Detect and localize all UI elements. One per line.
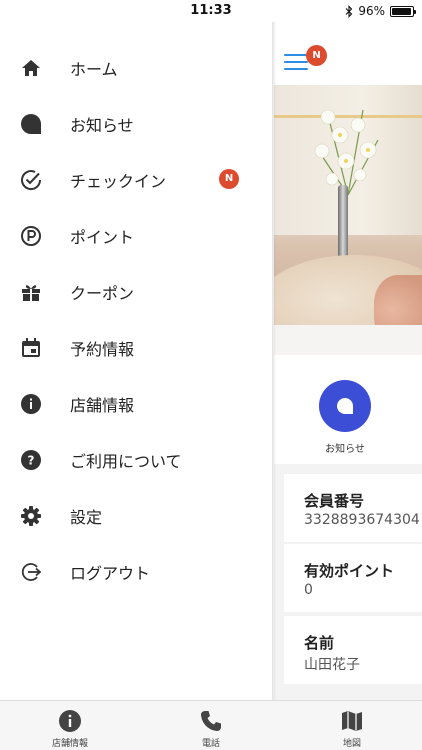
drawer-item-label: 設定 bbox=[70, 508, 103, 527]
status-bar: 11:33 96% bbox=[0, 0, 422, 22]
drawer-item-home[interactable]: ホーム bbox=[0, 40, 274, 96]
battery-fill bbox=[392, 7, 412, 15]
menu-notification-badge: N bbox=[306, 45, 327, 66]
notice-quick-button[interactable] bbox=[319, 380, 371, 432]
member-number-card: 会員番号 3328893674304 bbox=[284, 474, 422, 542]
flower-decoration bbox=[314, 109, 379, 196]
main-content: N お知らせ 会員番号 3328893674304 有効ポイント 0 名前 山田… bbox=[274, 22, 422, 700]
tab-label: 店舗情報 bbox=[51, 739, 88, 749]
points-card: 有効ポイント 0 bbox=[284, 544, 422, 612]
calendar-icon bbox=[19, 336, 43, 360]
drawer-item-usage[interactable]: ? ご利用について bbox=[0, 432, 274, 488]
drawer-item-label: ご利用について bbox=[70, 452, 182, 471]
drawer-item-checkin[interactable]: チェックイン N bbox=[0, 152, 274, 208]
member-number-value: 3328893674304 bbox=[304, 512, 420, 528]
name-value: 山田花子 bbox=[304, 657, 360, 673]
info-icon bbox=[19, 392, 43, 416]
drawer-item-label: お知らせ bbox=[70, 116, 134, 135]
logout-icon bbox=[19, 560, 43, 584]
tab-store-info[interactable]: 店舗情報 bbox=[0, 701, 140, 750]
hamburger-menu-icon[interactable] bbox=[284, 54, 308, 74]
drawer-item-store-info[interactable]: 店舗情報 bbox=[0, 376, 274, 432]
quick-actions: お知らせ bbox=[274, 355, 422, 464]
drawer-item-settings[interactable]: 設定 bbox=[0, 488, 274, 544]
points-label: 有効ポイント bbox=[304, 562, 395, 580]
drawer-item-label: ホーム bbox=[70, 60, 118, 79]
battery-icon bbox=[390, 5, 416, 17]
tab-phone[interactable]: 電話 bbox=[141, 701, 281, 750]
bottom-tab-bar: 店舗情報 電話 地図 bbox=[0, 700, 422, 750]
drawer-item-reservations[interactable]: 予約情報 bbox=[0, 320, 274, 376]
chat-bubble-icon bbox=[337, 398, 353, 414]
points-value: 0 bbox=[304, 582, 313, 598]
home-icon bbox=[19, 56, 43, 80]
info-icon bbox=[58, 709, 82, 733]
gift-icon bbox=[19, 280, 43, 304]
drawer-item-label: 店舗情報 bbox=[70, 396, 135, 415]
navigation-drawer: ホーム お知らせ チェックイン N ポイント クーポン 予約情報 店舗情報 ? … bbox=[0, 22, 274, 700]
drawer-item-logout[interactable]: ログアウト bbox=[0, 544, 274, 600]
chat-bubble-icon bbox=[19, 112, 43, 136]
drawer-item-notices[interactable]: お知らせ bbox=[0, 96, 274, 152]
name-label: 名前 bbox=[304, 634, 335, 652]
gear-icon bbox=[19, 504, 43, 528]
hero-image bbox=[274, 85, 422, 355]
notice-quick-label: お知らせ bbox=[325, 444, 365, 455]
battery-percent: 96% bbox=[358, 4, 385, 18]
name-card: 名前 山田花子 bbox=[284, 616, 422, 684]
drawer-item-points[interactable]: ポイント bbox=[0, 208, 274, 264]
checkin-new-badge: N bbox=[219, 169, 239, 189]
bluetooth-icon bbox=[345, 4, 353, 18]
tab-label: 電話 bbox=[201, 739, 220, 749]
drawer-item-coupons[interactable]: クーポン bbox=[0, 264, 274, 320]
drawer-item-label: チェックイン bbox=[70, 172, 167, 191]
member-number-label: 会員番号 bbox=[304, 492, 365, 510]
point-icon bbox=[19, 224, 43, 248]
check-circle-icon bbox=[19, 168, 43, 192]
drawer-item-label: ポイント bbox=[70, 228, 135, 247]
tab-map[interactable]: 地図 bbox=[282, 701, 422, 750]
top-bar: N bbox=[274, 22, 422, 85]
help-icon: ? bbox=[19, 448, 43, 472]
drawer-item-label: ログアウト bbox=[70, 564, 151, 583]
drawer-item-label: 予約情報 bbox=[70, 340, 135, 359]
tab-label: 地図 bbox=[342, 739, 361, 749]
status-right: 96% bbox=[345, 4, 416, 18]
phone-icon bbox=[199, 709, 223, 733]
svg-text:?: ? bbox=[28, 454, 35, 468]
map-icon bbox=[340, 709, 364, 733]
drawer-shadow bbox=[272, 22, 276, 700]
drawer-item-label: クーポン bbox=[70, 284, 135, 303]
